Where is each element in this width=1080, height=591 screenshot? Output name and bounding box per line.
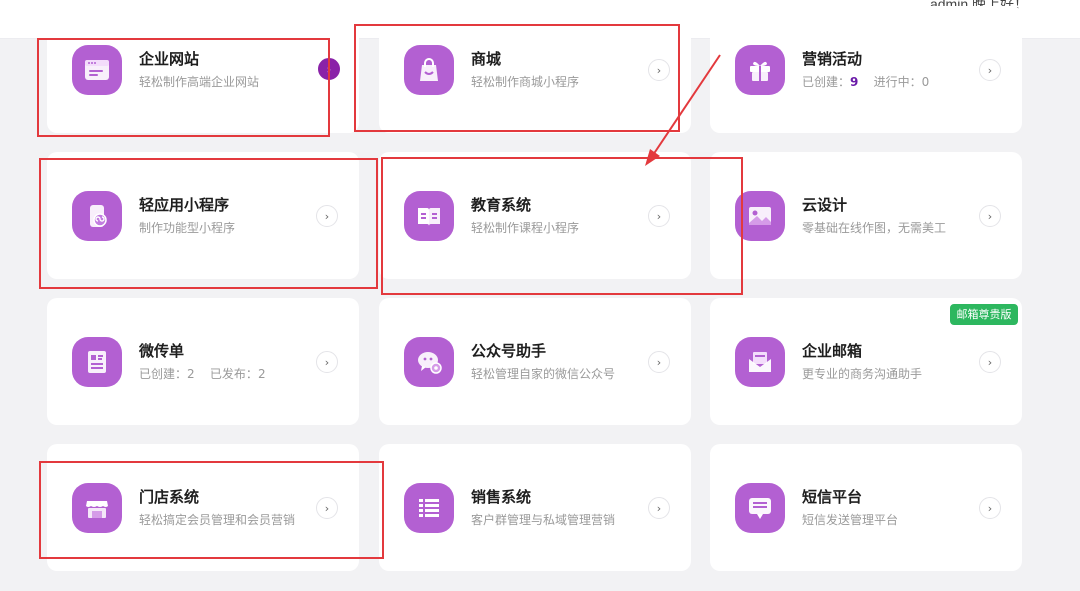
annotation-arrow [645,54,721,166]
